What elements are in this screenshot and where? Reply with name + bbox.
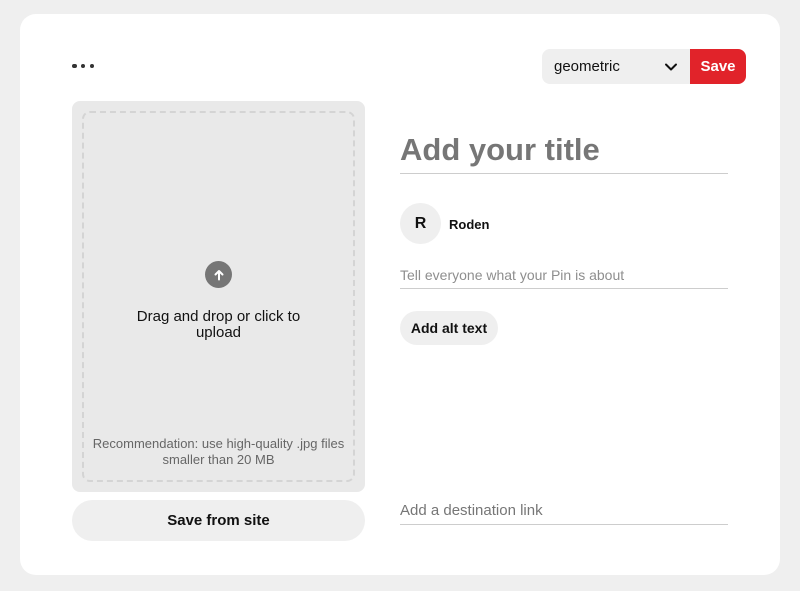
- board-select-dropdown[interactable]: geometric: [542, 49, 690, 84]
- description-input[interactable]: [400, 262, 728, 289]
- upload-arrow-icon: [205, 261, 232, 288]
- add-alt-text-button[interactable]: Add alt text: [400, 311, 498, 345]
- dot: [80, 63, 86, 69]
- upload-dropzone[interactable]: Drag and drop or click to upload Recomme…: [72, 101, 365, 492]
- destination-link-input[interactable]: [400, 496, 728, 525]
- dropzone-border: [82, 111, 355, 482]
- avatar: R: [400, 203, 441, 244]
- dot: [72, 63, 77, 69]
- username: Roden: [449, 217, 490, 232]
- more-options-icon[interactable]: [72, 58, 94, 74]
- upload-instruction: Drag and drop or click to upload: [136, 308, 301, 341]
- save-from-site-button[interactable]: Save from site: [72, 500, 365, 541]
- board-select-value: geometric: [554, 58, 620, 75]
- title-input[interactable]: [400, 127, 728, 174]
- upload-recommendation: Recommendation: use high-quality .jpg fi…: [92, 436, 345, 467]
- chevron-down-icon: [665, 63, 677, 70]
- save-button[interactable]: Save: [690, 49, 746, 84]
- dot: [89, 63, 94, 69]
